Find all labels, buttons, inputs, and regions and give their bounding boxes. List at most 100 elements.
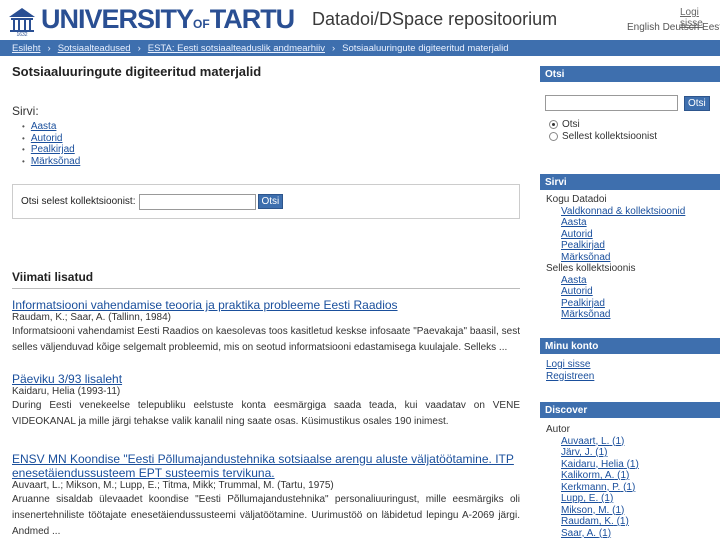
sidebar-collection-subjects-link[interactable]: Märksõnad [540, 309, 720, 321]
discover-author-label: Autor [546, 424, 570, 435]
university-logo-icon[interactable]: 1632 [6, 4, 38, 36]
browse-heading: Sirvi: [12, 104, 39, 118]
item-meta: Raudam, K.; Saar, A. (Tallinn, 1984) [12, 312, 171, 323]
sidebar-browse-communities-link[interactable]: Valdkonnad & kollektsioonid [540, 206, 720, 218]
list-item: Päeviku 3/93 lisaleht Kaidaru, Helia (19… [12, 372, 520, 430]
discover-author-link[interactable]: Saar, A. (1) [540, 528, 720, 540]
breadcrumb: Esileht › Sotsiaalteadused › ESTA: Eesti… [0, 40, 720, 56]
repository-title: Datadoi/DSpace repositoorium [312, 9, 558, 29]
radio-unselected-icon [549, 132, 558, 141]
item-abstract: During Eesti venekeelse telepubliku eels… [12, 400, 520, 427]
search-scope-collection-radio[interactable]: Sellest kollektsioonist [549, 131, 657, 142]
discover-author-link[interactable]: Kerkmann, P. (1) [540, 482, 720, 494]
sidebar-browse-titles-link[interactable]: Pealkirjad [540, 240, 720, 252]
discover-author-link[interactable]: Lupp, E. (1) [540, 493, 720, 505]
breadcrumb-home[interactable]: Esileht [12, 43, 41, 54]
browse-authors-link[interactable]: Autorid [31, 133, 63, 144]
sidebar-browse-year-link[interactable]: Aasta [540, 217, 720, 229]
author-name: Raudam, K. [561, 516, 614, 527]
collection-search-box: Otsi selest kollektsioonist: Otsi [12, 184, 520, 219]
sidebar-collection-year-link[interactable]: Aasta [540, 275, 720, 287]
breadcrumb-esta[interactable]: ESTA: Eesti sotsiaalteaduslik andmearhii… [148, 43, 325, 54]
collection-search-label: Otsi selest kollektsioonist: [21, 196, 136, 207]
page-title: Sotsiaaluuringute digiteeritud materjali… [12, 64, 262, 79]
list-item: Pealkirjad [22, 144, 80, 156]
language-switcher[interactable]: English Deutsch Eesti [627, 22, 720, 33]
list-item: ENSV MN Koondise "Eesti Põllumajandusteh… [12, 452, 520, 540]
sidebar-browse-body: Kogu Datadoi Valdkonnad & kollektsioonid… [540, 190, 720, 321]
search-button[interactable]: Otsi [684, 96, 710, 111]
collection-search-input[interactable] [138, 193, 256, 210]
author-name: Kerkmann, P. [561, 481, 621, 493]
browse-list: Aasta Autorid Pealkirjad Märksõnad [22, 121, 80, 167]
sidebar-account-body: Logi sisse Registreen [540, 354, 720, 382]
discover-author-link[interactable]: Auvaart, L. (1) [540, 436, 720, 448]
sidebar-discover: Discover Autor Auvaart, L. (1) Järv, J. … [540, 402, 720, 539]
search-scope-all-radio[interactable]: Otsi [549, 119, 580, 130]
list-item: Autorid [22, 133, 80, 145]
item-title-link[interactable]: ENSV MN Koondise "Eesti Põllumajandusteh… [12, 452, 520, 480]
list-item: Aasta [22, 121, 80, 133]
author-name: Kaidaru, Helia [561, 458, 624, 470]
recent-submissions-list: Informatsiooni vahendamise teooria ja pr… [12, 288, 520, 537]
sidebar-browse-authors-link[interactable]: Autorid [540, 229, 720, 241]
author-name: Saar, A. [561, 527, 597, 539]
author-count: (1) [612, 435, 625, 447]
discover-author-link[interactable]: Kalikorm, A. (1) [540, 470, 720, 482]
browse-collection-label: Selles kollektsioonis [546, 263, 636, 274]
discover-author-link[interactable]: Mikson, M. (1) [540, 505, 720, 517]
browse-titles-link[interactable]: Pealkirjad [31, 144, 75, 155]
author-count: (1) [623, 481, 636, 493]
radio-selected-icon [549, 120, 558, 129]
item-title-link[interactable]: Päeviku 3/93 lisaleht [12, 372, 520, 386]
sidebar-search: Otsi Otsi Otsi Sellest kollektsioonist [540, 66, 720, 142]
item-meta: Auvaart, L.; Mikson, M.; Lupp, E.; Titma… [12, 480, 334, 491]
breadcrumb-separator: › [47, 42, 51, 54]
sidebar-browse: Sirvi Kogu Datadoi Valdkonnad & kollekts… [540, 174, 720, 321]
collection-search-button[interactable]: Otsi [257, 194, 284, 209]
list-item: Märksõnad [22, 156, 80, 168]
item-meta: Kaidaru, Helia (1993-11) [12, 386, 121, 397]
sidebar-account-heading: Minu konto [540, 338, 720, 354]
author-count: (1) [601, 493, 614, 504]
sidebar-collection-authors-link[interactable]: Autorid [540, 286, 720, 298]
radio-label: Sellest kollektsioonist [562, 131, 658, 142]
breadcrumb-separator: › [332, 42, 336, 54]
sidebar-browse-heading: Sirvi [540, 174, 720, 190]
radio-label: Otsi [562, 119, 580, 130]
author-name: Auvaart, L. [561, 435, 610, 447]
logo-year: 1632 [16, 32, 27, 36]
breadcrumb-current: Sotsiaaluuringute digiteeritud materjali… [342, 42, 509, 54]
author-count: (1) [626, 458, 639, 470]
browse-year-link[interactable]: Aasta [31, 121, 57, 132]
discover-author-link[interactable]: Raudam, K. (1) [540, 516, 720, 528]
university-wordmark[interactable]: UNIVERSITYOFTARTU [41, 4, 295, 35]
sidebar-discover-body: Autor Auvaart, L. (1) Järv, J. (1) Kaida… [540, 418, 720, 539]
site-header: 1632 UNIVERSITYOFTARTU Datadoi/DSpace re… [0, 0, 720, 40]
author-count: (1) [595, 447, 608, 458]
sidebar-register-link[interactable]: Registreen [540, 371, 720, 383]
author-name: Järv, J. [561, 447, 593, 458]
author-count: (1) [598, 527, 612, 539]
author-count: (1) [616, 516, 629, 527]
item-abstract: Informatsiooni vahendamist Eesti Raadios… [12, 326, 520, 353]
search-input[interactable] [545, 95, 678, 111]
list-item: Informatsiooni vahendamise teooria ja pr… [12, 298, 520, 356]
discover-author-link[interactable]: Järv, J. (1) [540, 447, 720, 459]
sidebar-account: Minu konto Logi sisse Registreen [540, 338, 720, 382]
author-count: (1) [617, 470, 630, 481]
item-abstract: Aruanne sisaldab ülevaadet koondise "Ees… [12, 494, 520, 537]
sidebar-collection-titles-link[interactable]: Pealkirjad [540, 298, 720, 310]
divider [12, 288, 520, 289]
sidebar-browse-subjects-link[interactable]: Märksõnad [540, 252, 720, 264]
author-name: Lupp, E. [561, 493, 599, 504]
breadcrumb-social-sciences[interactable]: Sotsiaalteadused [58, 43, 131, 54]
browse-subjects-link[interactable]: Märksõnad [31, 156, 80, 167]
sidebar-login-link[interactable]: Logi sisse [540, 359, 720, 371]
item-title-link[interactable]: Informatsiooni vahendamise teooria ja pr… [12, 298, 520, 312]
author-count: (1) [612, 504, 625, 516]
browse-all-label: Kogu Datadoi [546, 194, 607, 205]
author-name: Kalikorm, A. [561, 470, 615, 481]
discover-author-link[interactable]: Kaidaru, Helia (1) [540, 459, 720, 471]
sidebar-search-heading: Otsi [540, 66, 720, 82]
